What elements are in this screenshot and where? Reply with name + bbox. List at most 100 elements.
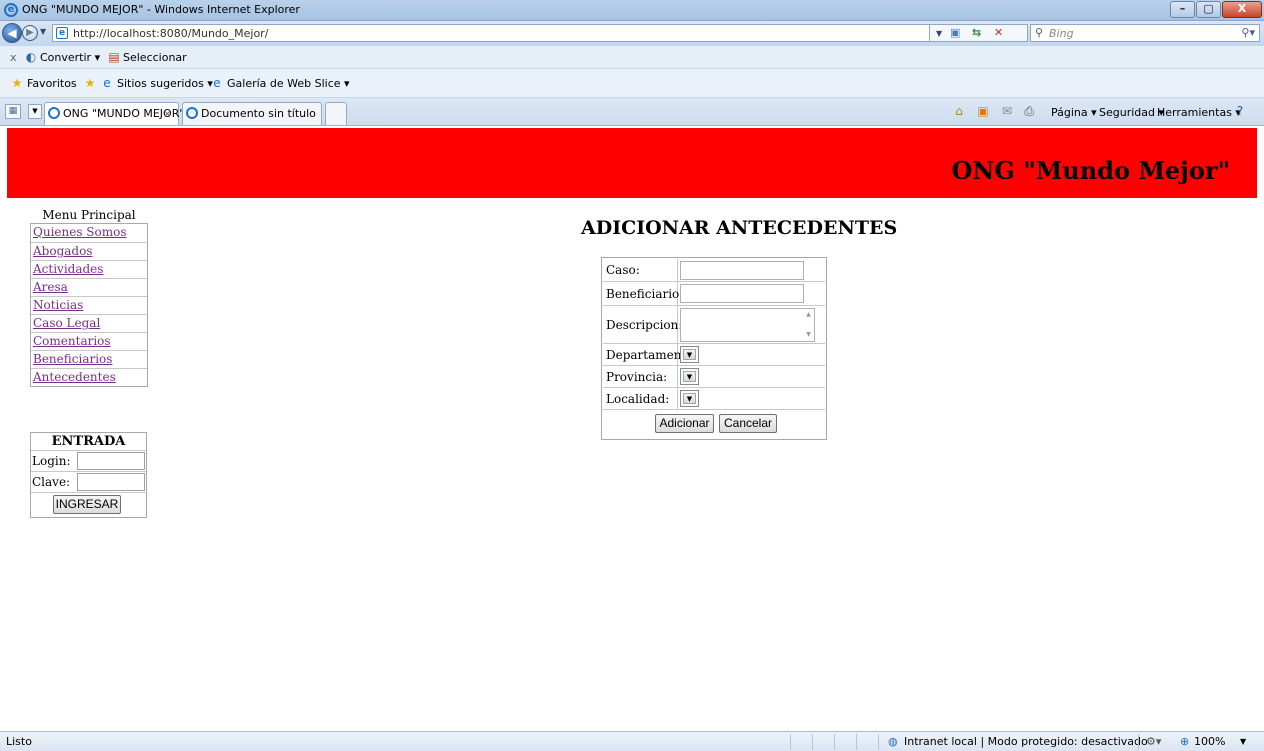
compatibility-icon[interactable]: ▣ (950, 26, 960, 39)
status-text: Listo (6, 735, 32, 748)
favorites-star-icon: ★ (11, 76, 23, 90)
menu-link-noticias[interactable]: Noticias (31, 296, 147, 314)
adicionar-button[interactable]: Adicionar (655, 414, 714, 433)
password-row: Clave: (31, 472, 146, 493)
window-title: ONG "MUNDO MEJOR" - Windows Internet Exp… (22, 3, 300, 16)
address-tools: ▼ ▣ ⇆ ✕ (930, 24, 1028, 42)
menu-link-aresa[interactable]: Aresa (31, 278, 147, 296)
tab-documento-sin-titulo[interactable]: Documento sin título (182, 102, 322, 125)
search-placeholder: Bing (1049, 27, 1074, 40)
descripcion-textarea[interactable]: ▲ ▼ (680, 308, 815, 342)
provincia-select[interactable]: ▼ (680, 368, 699, 385)
bing-search-icon: ⚲ (1035, 26, 1044, 39)
form-row-departamento: Departamento: ▼ (603, 344, 825, 366)
login-submit-button[interactable]: INGRESAR (53, 495, 121, 514)
menu-link-quienes-somos[interactable]: Quienes Somos (31, 224, 147, 242)
convert-icon: ◐ (25, 50, 37, 64)
beneficiario-label: Beneficiario: (606, 287, 684, 301)
close-window-button[interactable]: X (1222, 1, 1262, 18)
select-button[interactable]: Seleccionar (123, 51, 187, 64)
status-divider (834, 734, 835, 750)
password-label: Clave: (32, 475, 71, 489)
help-icon[interactable]: ? (1233, 104, 1247, 118)
ie-logo-icon: e (4, 3, 18, 17)
departamento-select[interactable]: ▼ (680, 346, 699, 363)
menu-link-antecedentes[interactable]: Antecedentes (31, 368, 147, 386)
zoom-level[interactable]: 100% (1194, 735, 1225, 748)
login-input[interactable] (77, 452, 145, 470)
chevron-down-icon: ▼ (683, 371, 696, 382)
security-zone-text[interactable]: Intranet local | Modo protegido: desacti… (904, 735, 1148, 748)
history-dropdown-icon[interactable]: ▼ (40, 27, 46, 36)
localidad-select[interactable]: ▼ (680, 390, 699, 407)
url-field[interactable]: e http://localhost:8080/Mundo_Mejor/ (52, 24, 930, 42)
password-input[interactable] (77, 473, 145, 491)
security-menu[interactable]: Seguridad ▾ (1099, 106, 1164, 119)
menu-header: Menu Principal (42, 208, 136, 222)
favorites-button[interactable]: Favoritos (27, 77, 77, 90)
intranet-globe-icon: ◍ (888, 735, 898, 748)
web-slice-gallery-button[interactable]: Galería de Web Slice ▾ (227, 77, 350, 90)
page-content: ONG "Mundo Mejor" Menu Principal Quienes… (0, 126, 1264, 731)
status-divider (1138, 734, 1139, 750)
back-button[interactable]: ◀ (2, 23, 22, 43)
search-go-icon[interactable]: ⚲▾ (1241, 26, 1255, 39)
new-tab-button[interactable] (325, 102, 347, 125)
tab-ong-mundo-mejor[interactable]: ONG "MUNDO MEJOR" × (44, 102, 184, 125)
stop-icon[interactable]: ✕ (994, 26, 1003, 39)
command-bar: x ◐ Convertir ▾ ▤ Seleccionar (0, 46, 1264, 69)
site-banner: ONG "Mundo Mejor" (7, 128, 1257, 198)
menu-link-caso-legal[interactable]: Caso Legal (31, 314, 147, 332)
url-text[interactable]: http://localhost:8080/Mundo_Mejor/ (73, 27, 268, 40)
forward-button[interactable]: ▶ (22, 25, 38, 41)
beneficiario-input[interactable] (680, 284, 804, 303)
menu-link-abogados[interactable]: Abogados (31, 242, 147, 260)
maximize-button[interactable]: ▢ (1196, 1, 1221, 18)
protected-mode-icon[interactable]: ⚙▾ (1146, 735, 1161, 748)
menu-link-actividades[interactable]: Actividades (31, 260, 147, 278)
feeds-icon[interactable]: ▣ (976, 104, 990, 118)
zoom-dropdown-icon[interactable]: ▼ (1240, 737, 1246, 746)
close-tab-icon[interactable]: × (163, 107, 172, 120)
chevron-down-icon: ▼ (683, 349, 696, 360)
web-slice-icon: e (213, 76, 221, 90)
descripcion-label: Descripcion: (606, 318, 683, 332)
favorites-bar: ★ Favoritos ★ e Sitios sugeridos ▾ e Gal… (0, 69, 1264, 98)
status-bar: Listo ◍ Intranet local | Modo protegido:… (0, 731, 1264, 751)
home-icon[interactable]: ⌂ (952, 104, 966, 118)
antecedentes-form: Caso: Beneficiario: Descripcion: ▲ ▼ Depa… (601, 257, 827, 440)
menu-link-comentarios[interactable]: Comentarios (31, 332, 147, 350)
url-dropdown-icon[interactable]: ▼ (936, 29, 942, 38)
add-favorites-icon[interactable]: ★ (83, 76, 97, 90)
refresh-icon[interactable]: ⇆ (972, 26, 981, 39)
page-menu[interactable]: Página ▾ (1051, 106, 1097, 119)
status-divider (856, 734, 857, 750)
localidad-label: Localidad: (606, 392, 670, 406)
form-row-buttons: Adicionar Cancelar (603, 410, 825, 438)
page-icon: e (56, 27, 68, 39)
address-bar: ◀ ▶ ▼ e http://localhost:8080/Mundo_Mejo… (0, 21, 1264, 46)
menu-link-beneficiarios[interactable]: Beneficiarios (31, 350, 147, 368)
mail-icon[interactable]: ✉ (1000, 104, 1014, 118)
form-row-localidad: Localidad: ▼ (603, 388, 825, 410)
close-toolbar-button[interactable]: x (10, 51, 17, 64)
cancelar-button[interactable]: Cancelar (719, 414, 777, 433)
status-divider (790, 734, 791, 750)
tab-bar: ▦ ▼ ONG "MUNDO MEJOR" × Documento sin tí… (0, 98, 1264, 126)
status-divider (878, 734, 879, 750)
tab-list-icon[interactable]: ▼ (28, 104, 42, 119)
suggested-sites-button[interactable]: Sitios sugeridos ▾ (117, 77, 213, 90)
quick-tabs-icon[interactable]: ▦ (5, 104, 21, 119)
print-icon[interactable]: ⎙ (1022, 104, 1036, 118)
suggested-sites-icon: e (103, 76, 111, 90)
convert-button[interactable]: Convertir ▾ (40, 51, 100, 64)
select-icon: ▤ (108, 50, 120, 64)
minimize-button[interactable]: – (1170, 1, 1195, 18)
chevron-down-icon: ▼ (683, 393, 696, 404)
status-divider (812, 734, 813, 750)
caso-input[interactable] (680, 261, 804, 280)
textarea-scrollbar[interactable]: ▲ ▼ (804, 310, 813, 340)
tools-menu[interactable]: Herramientas ▾ (1157, 106, 1241, 119)
search-field[interactable]: ⚲ Bing ⚲▾ (1030, 24, 1260, 42)
zoom-icon: ⊕ (1180, 735, 1190, 748)
